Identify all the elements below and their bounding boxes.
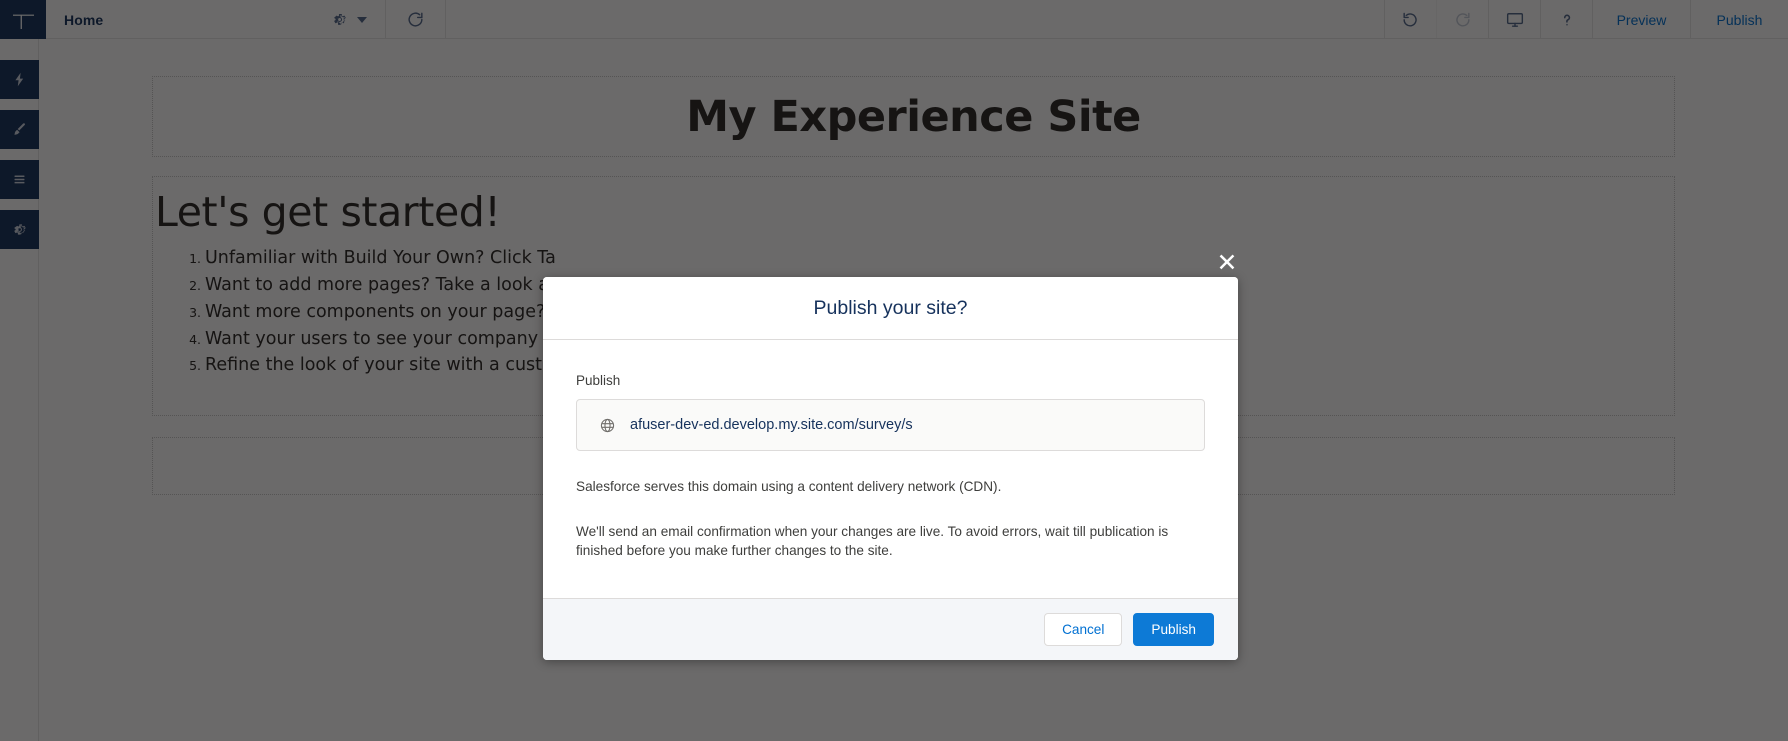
modal-body: Publish afuser-dev-ed.develop.my.site.co… bbox=[543, 340, 1238, 598]
publish-site-modal: Publish your site? Publish afuser-dev-ed… bbox=[543, 277, 1238, 660]
site-url-value: afuser-dev-ed.develop.my.site.com/survey… bbox=[630, 417, 913, 433]
modal-header: Publish your site? bbox=[543, 277, 1238, 340]
cancel-button[interactable]: Cancel bbox=[1044, 613, 1123, 646]
email-confirmation-note: We'll send an email confirmation when yo… bbox=[576, 523, 1169, 559]
site-url-field[interactable]: afuser-dev-ed.develop.my.site.com/survey… bbox=[576, 399, 1205, 451]
publish-field-label: Publish bbox=[576, 373, 621, 388]
modal-footer: Cancel Publish bbox=[543, 598, 1238, 660]
globe-icon bbox=[599, 417, 616, 434]
publish-confirm-button[interactable]: Publish bbox=[1133, 613, 1214, 646]
cdn-note: Salesforce serves this domain using a co… bbox=[576, 479, 1002, 494]
close-icon[interactable]: ✕ bbox=[1212, 248, 1242, 278]
experience-builder-app: Home bbox=[0, 0, 1788, 741]
modal-title: Publish your site? bbox=[813, 296, 968, 319]
